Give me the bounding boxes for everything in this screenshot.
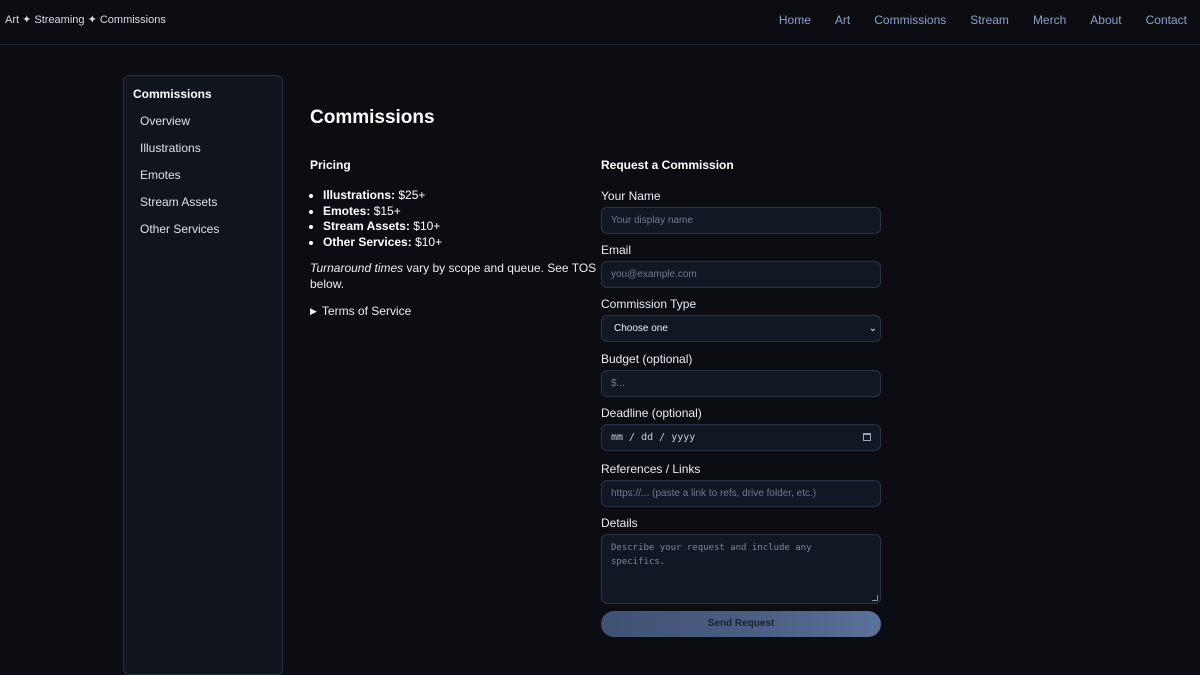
price-item: Emotes: $15+ xyxy=(323,204,442,220)
nav-stream[interactable]: Stream xyxy=(970,13,1009,27)
email-label: Email xyxy=(601,243,632,257)
details-label: Details xyxy=(601,516,638,530)
date-placeholder: mm / dd / yyyy xyxy=(611,432,696,443)
commission-type-select[interactable]: Choose one ⌄ xyxy=(601,315,881,342)
budget-label: Budget (optional) xyxy=(601,352,693,366)
calendar-icon[interactable] xyxy=(863,433,871,441)
pricing-list: Illustrations: $25+ Emotes: $15+ Stream … xyxy=(310,188,442,250)
chevron-down-icon: ⌄ xyxy=(868,323,877,334)
sidebar-title: Commissions xyxy=(133,87,212,101)
price-item: Other Services: $10+ xyxy=(323,235,442,251)
sidebar-item-other-services[interactable]: Other Services xyxy=(140,222,219,236)
nav-merch[interactable]: Merch xyxy=(1033,13,1066,27)
name-label: Your Name xyxy=(601,189,661,203)
sidebar-item-stream-assets[interactable]: Stream Assets xyxy=(140,195,217,209)
nav-contact[interactable]: Contact xyxy=(1146,13,1187,27)
select-value: Choose one xyxy=(614,323,668,334)
top-navbar: Art ✦ Streaming ✦ Commissions Home Art C… xyxy=(0,0,1200,45)
nav-about[interactable]: About xyxy=(1090,13,1121,27)
site-brand[interactable]: Art ✦ Streaming ✦ Commissions xyxy=(5,13,166,26)
sidebar-item-overview[interactable]: Overview xyxy=(140,114,190,128)
deadline-label: Deadline (optional) xyxy=(601,406,702,420)
details-textarea[interactable]: Describe your request and include any sp… xyxy=(601,534,881,604)
refs-label: References / Links xyxy=(601,462,701,476)
type-label: Commission Type xyxy=(601,297,697,311)
budget-input[interactable]: $... xyxy=(601,370,881,397)
sidebar-item-illustrations[interactable]: Illustrations xyxy=(140,141,201,155)
page-title: Commissions xyxy=(310,107,435,128)
nav-art[interactable]: Art xyxy=(835,13,850,27)
nav-commissions[interactable]: Commissions xyxy=(874,13,946,27)
sidebar: Commissions Overview Illustrations Emote… xyxy=(123,75,283,675)
nav-home[interactable]: Home xyxy=(779,13,811,27)
pricing-heading: Pricing xyxy=(310,158,351,172)
disclosure-triangle-icon: ▶ xyxy=(310,306,317,316)
deadline-input[interactable]: mm / dd / yyyy xyxy=(601,424,881,451)
email-input[interactable]: you@example.com xyxy=(601,261,881,288)
price-item: Stream Assets: $10+ xyxy=(323,219,442,235)
resize-handle-icon[interactable] xyxy=(872,595,878,601)
turnaround-note: Turnaround times vary by scope and queue… xyxy=(310,261,597,291)
tos-toggle[interactable]: ▶ Terms of Service xyxy=(310,304,411,318)
refs-input[interactable]: https://... (paste a link to refs, drive… xyxy=(601,480,881,507)
main-nav: Home Art Commissions Stream Merch About … xyxy=(755,13,1187,27)
send-request-button[interactable]: Send Request xyxy=(601,611,881,637)
price-item: Illustrations: $25+ xyxy=(323,188,442,204)
textarea-placeholder: Describe your request and include any sp… xyxy=(611,543,812,567)
sidebar-item-emotes[interactable]: Emotes xyxy=(140,168,181,182)
form-heading: Request a Commission xyxy=(601,158,734,172)
name-input[interactable]: Your display name xyxy=(601,207,881,234)
